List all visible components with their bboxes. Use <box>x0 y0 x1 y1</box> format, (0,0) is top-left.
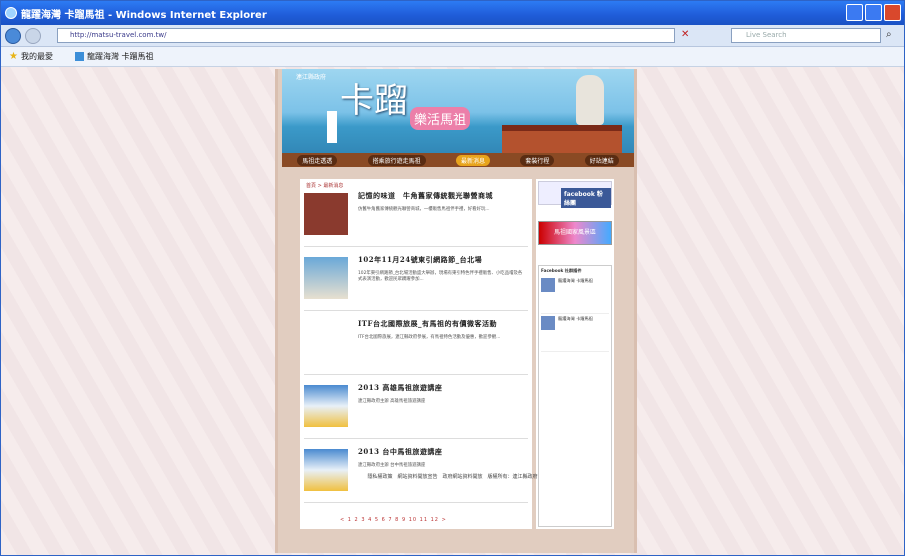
facebook-label: facebook 粉絲團 <box>561 188 611 208</box>
site-banner: 連江縣政府 卡蹓 樂活馬祖 <box>282 69 634 165</box>
lighthouse-image <box>327 111 337 143</box>
widget-avatar <box>541 316 555 330</box>
facebook-widget: Facebook 社群插件 龍躍海灣 卡蹓馬祖 龍躍海灣 卡蹓馬祖 <box>538 265 612 527</box>
favorites-star-icon[interactable]: ★ <box>9 51 18 62</box>
list-item[interactable]: 記憶的味道 牛角舊家傳統觀光聯營商城 仿舊牛角舊家傳統觀光聯營商城，一樓販售馬祖… <box>304 187 528 247</box>
list-item[interactable]: ITF台北國際旅展_有馬祖的有價微客活動 ITF台北國際旅展，連江縣政府參展，有… <box>304 315 528 375</box>
temple-image <box>502 125 622 155</box>
list-item[interactable]: 102年11月24號東引網路節_台北場 102年東引網路節_台北場活動盛大舉辦，… <box>304 251 528 311</box>
news-thumbnail[interactable] <box>304 321 348 363</box>
facebook-banner[interactable]: facebook 粉絲團 <box>538 181 612 208</box>
favorites-bar: ★ 我的最愛 龍躍海灣 卡蹓馬祖 <box>1 47 904 67</box>
news-desc: 連江縣政府主辦 台中馬祖旅遊講座 <box>358 463 426 468</box>
news-title[interactable]: ITF台北國際旅展_有馬祖的有價微客活動 <box>358 319 497 329</box>
window-title: 龍躍海灣 卡蹓馬祖 - Windows Internet Explorer <box>21 9 267 21</box>
site-logo[interactable]: 連江縣政府 <box>296 72 326 81</box>
widget-item[interactable]: 龍躍海灣 卡蹓馬祖 <box>541 316 609 352</box>
banner-title: 卡蹓 <box>340 81 408 121</box>
tab-current[interactable]: 龍躍海灣 卡蹓馬祖 <box>74 51 154 62</box>
forward-button[interactable] <box>25 27 41 44</box>
ie-logo-icon <box>5 7 17 19</box>
minimize-button[interactable] <box>846 4 863 21</box>
nav-item[interactable]: 搭乘旅行遊走馬祖 <box>367 154 426 166</box>
news-title[interactable]: 102年11月24號東引網路節_台北場 <box>358 255 482 265</box>
site-nav: 馬祖走透透 搭乘旅行遊走馬祖 最新消息 套裝行程 好站連結 <box>282 153 634 167</box>
close-button[interactable] <box>884 4 901 21</box>
page-icon <box>74 52 84 61</box>
news-title[interactable]: 2013 高雄馬祖旅遊講座 <box>358 383 442 393</box>
site-footer: 隱私權政策 網站資料開放宣告 政府網站資料開放 版權所有：連江縣政府 <box>367 474 538 480</box>
website-page: 連江縣政府 卡蹓 樂活馬祖 馬祖走透透 搭乘旅行遊走馬祖 最新消息 套裝行程 好… <box>275 69 637 553</box>
search-input[interactable]: Live Search <box>731 28 881 43</box>
pagination[interactable]: < 1 2 3 4 5 6 7 8 9 10 11 12 > <box>340 517 447 523</box>
news-title[interactable]: 2013 台中馬祖旅遊講座 <box>358 447 442 457</box>
news-thumbnail[interactable] <box>304 193 348 235</box>
news-desc: 連江縣政府主辦 高雄馬祖旅遊講座 <box>358 399 426 404</box>
nav-item[interactable]: 套裝行程 <box>520 154 555 166</box>
back-button[interactable] <box>5 27 21 44</box>
banner-subtitle: 樂活馬祖 <box>410 107 471 130</box>
nav-item-active[interactable]: 最新消息 <box>455 154 490 166</box>
url-input[interactable]: http://matsu-travel.com.tw/ <box>57 28 675 43</box>
statue-image <box>576 75 604 125</box>
favorites-label[interactable]: 我的最愛 <box>21 51 53 62</box>
page-viewport[interactable]: 連江縣政府 卡蹓 樂活馬祖 馬祖走透透 搭乘旅行遊走馬祖 最新消息 套裝行程 好… <box>1 67 904 555</box>
widget-avatar <box>541 278 555 292</box>
address-bar: http://matsu-travel.com.tw/ ✕ Live Searc… <box>1 25 904 47</box>
ad-banner[interactable]: 馬祖國家風景區 <box>538 221 612 245</box>
browser-window: 龍躍海灣 卡蹓馬祖 - Windows Internet Explorer ht… <box>0 0 905 556</box>
list-item[interactable]: 2013 高雄馬祖旅遊講座 連江縣政府主辦 高雄馬祖旅遊講座 <box>304 379 528 439</box>
news-desc: ITF台北國際旅展，連江縣政府參展，有馬祖特色活動及優惠，歡迎參觀... <box>358 335 501 340</box>
widget-title: Facebook 社群插件 <box>541 268 582 273</box>
stop-icon[interactable]: ✕ <box>681 29 689 40</box>
search-icon[interactable]: ⌕ <box>886 29 892 40</box>
news-title[interactable]: 記憶的味道 牛角舊家傳統觀光聯營商城 <box>358 191 493 201</box>
widget-item-text[interactable]: 龍躍海灣 卡蹓馬祖 <box>558 278 593 284</box>
news-thumbnail[interactable] <box>304 257 348 299</box>
title-bar: 龍躍海灣 卡蹓馬祖 - Windows Internet Explorer <box>1 1 904 25</box>
news-thumbnail[interactable] <box>304 449 348 491</box>
nav-item[interactable]: 好站連結 <box>584 154 619 166</box>
nav-item[interactable]: 馬祖走透透 <box>297 154 338 166</box>
maximize-button[interactable] <box>865 4 882 21</box>
news-desc: 102年東引網路節_台北場活動盛大舉辦，現場有東引特色伴手禮販售、小吃品嚐及各式… <box>358 271 523 282</box>
news-desc: 仿舊牛角舊家傳統觀光聯營商城，一樓販售馬祖伴手禮，好看好玩... <box>358 207 490 212</box>
tab-title: 龍躍海灣 卡蹓馬祖 <box>86 52 154 61</box>
news-thumbnail[interactable] <box>304 385 348 427</box>
widget-item-text[interactable]: 龍躍海灣 卡蹓馬祖 <box>558 316 593 322</box>
widget-item[interactable]: 龍躍海灣 卡蹓馬祖 <box>541 278 609 314</box>
